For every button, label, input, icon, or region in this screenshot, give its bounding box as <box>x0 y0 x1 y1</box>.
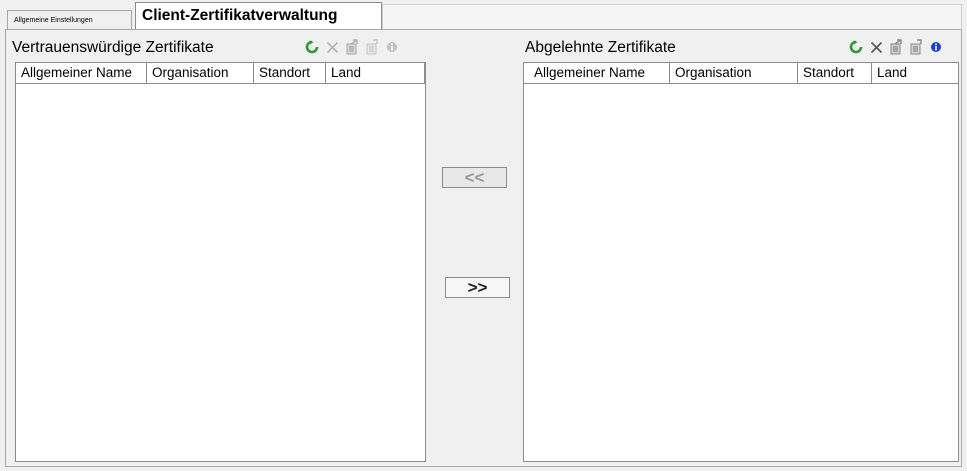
import-icon[interactable] <box>342 38 362 56</box>
rejected-col-organisation[interactable]: Organisation <box>670 63 798 83</box>
rejected-toolbar <box>846 38 946 56</box>
trusted-col-country[interactable]: Land <box>326 63 425 83</box>
rejected-col-common-name[interactable]: Allgemeiner Name <box>524 63 670 83</box>
info-icon[interactable] <box>382 38 402 56</box>
tab-bar-filler <box>382 4 962 30</box>
delete-icon[interactable] <box>866 38 886 56</box>
rejected-certificates-title: Abgelehnte Zertifikate <box>525 39 676 56</box>
rejected-certificates-table[interactable]: Allgemeiner Name Organisation Standort L… <box>523 62 959 462</box>
tab-general-settings[interactable]: Allgemeine Einstellungen <box>7 10 132 29</box>
refresh-icon[interactable] <box>302 38 322 56</box>
refresh-icon[interactable] <box>846 38 866 56</box>
import-icon[interactable] <box>886 38 906 56</box>
trusted-certificates-title: Vertrauenswürdige Zertifikate <box>12 39 214 56</box>
trusted-col-location[interactable]: Standort <box>254 63 326 83</box>
trusted-col-organisation[interactable]: Organisation <box>147 63 254 83</box>
export-icon[interactable] <box>362 38 382 56</box>
trusted-table-header: Allgemeiner Name Organisation Standort L… <box>16 63 425 84</box>
content-panel: Vertrauenswürdige Zertifikate Allgemeine… <box>5 29 962 467</box>
move-to-trusted-button[interactable]: << <box>442 167 507 188</box>
trusted-col-common-name[interactable]: Allgemeiner Name <box>16 63 147 83</box>
move-to-rejected-button[interactable]: >> <box>445 277 510 298</box>
tab-client-certificate-management[interactable]: Client-Zertifikatverwaltung <box>135 2 382 30</box>
delete-icon[interactable] <box>322 38 342 56</box>
tab-bar: Allgemeine Einstellungen Client-Zertifik… <box>0 0 967 30</box>
rejected-col-country[interactable]: Land <box>872 63 958 83</box>
rejected-col-location[interactable]: Standort <box>798 63 872 83</box>
export-icon[interactable] <box>906 38 926 56</box>
rejected-table-header: Allgemeiner Name Organisation Standort L… <box>524 63 958 84</box>
trusted-certificates-table[interactable]: Allgemeiner Name Organisation Standort L… <box>15 62 426 462</box>
info-icon[interactable] <box>926 38 946 56</box>
trusted-toolbar <box>302 38 402 56</box>
